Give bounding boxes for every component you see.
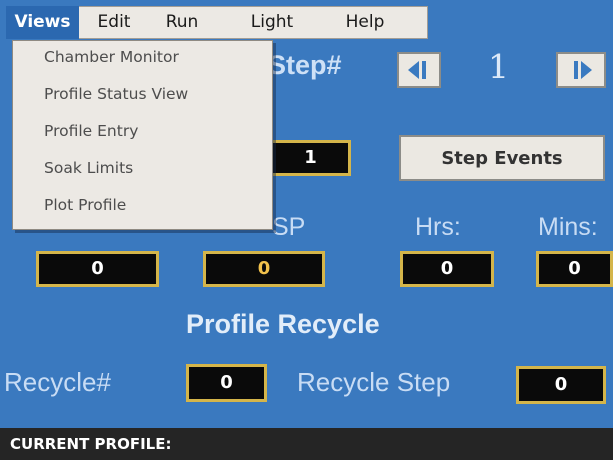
menu-item-chamber-monitor[interactable]: Chamber Monitor bbox=[44, 48, 179, 66]
menu-edit[interactable]: Edit bbox=[79, 6, 149, 39]
sp-value-box[interactable]: 0 bbox=[203, 251, 325, 287]
step-events-button[interactable]: Step Events bbox=[399, 135, 605, 181]
menu-help[interactable]: Help bbox=[329, 6, 401, 39]
status-bar: CURRENT PROFILE: bbox=[0, 428, 613, 460]
step-forward-icon bbox=[574, 61, 592, 79]
step-next-button[interactable] bbox=[556, 52, 606, 88]
menu-item-soak-limits[interactable]: Soak Limits bbox=[44, 159, 133, 177]
step-number: 1 bbox=[488, 47, 509, 86]
menu-views[interactable]: Views bbox=[6, 6, 79, 39]
step-value-box[interactable]: 1 bbox=[270, 140, 351, 176]
recycle-number-label: Recycle# bbox=[4, 367, 111, 397]
step-prev-button[interactable] bbox=[397, 52, 441, 88]
menu-item-plot-profile[interactable]: Plot Profile bbox=[44, 196, 126, 214]
mins-label: Mins: bbox=[538, 213, 598, 241]
recycle-step-label: Recycle Step bbox=[297, 367, 451, 397]
menu-light[interactable]: Light bbox=[215, 6, 329, 39]
mins-value-box[interactable]: 0 bbox=[536, 251, 613, 287]
menu-item-profile-entry[interactable]: Profile Entry bbox=[44, 122, 138, 140]
sp-label: SP bbox=[272, 213, 306, 241]
recycle-step-box[interactable]: 0 bbox=[516, 366, 606, 404]
step-back-icon bbox=[408, 61, 426, 79]
menu-bar: Views Edit Run Light Help bbox=[0, 0, 613, 40]
menu-run[interactable]: Run bbox=[149, 6, 215, 39]
hrs-value-box[interactable]: 0 bbox=[400, 251, 494, 287]
profile-value-box[interactable]: 0 bbox=[36, 251, 159, 287]
menu-item-profile-status-view[interactable]: Profile Status View bbox=[44, 85, 188, 103]
hrs-label: Hrs: bbox=[415, 213, 461, 241]
profile-recycle-title: Profile Recycle bbox=[186, 309, 380, 339]
step-label: Step# bbox=[268, 50, 342, 80]
views-dropdown-menu: Chamber Monitor Profile Status View Prof… bbox=[12, 40, 273, 230]
current-profile-label: CURRENT PROFILE: bbox=[10, 435, 172, 453]
recycle-number-box[interactable]: 0 bbox=[186, 364, 267, 402]
